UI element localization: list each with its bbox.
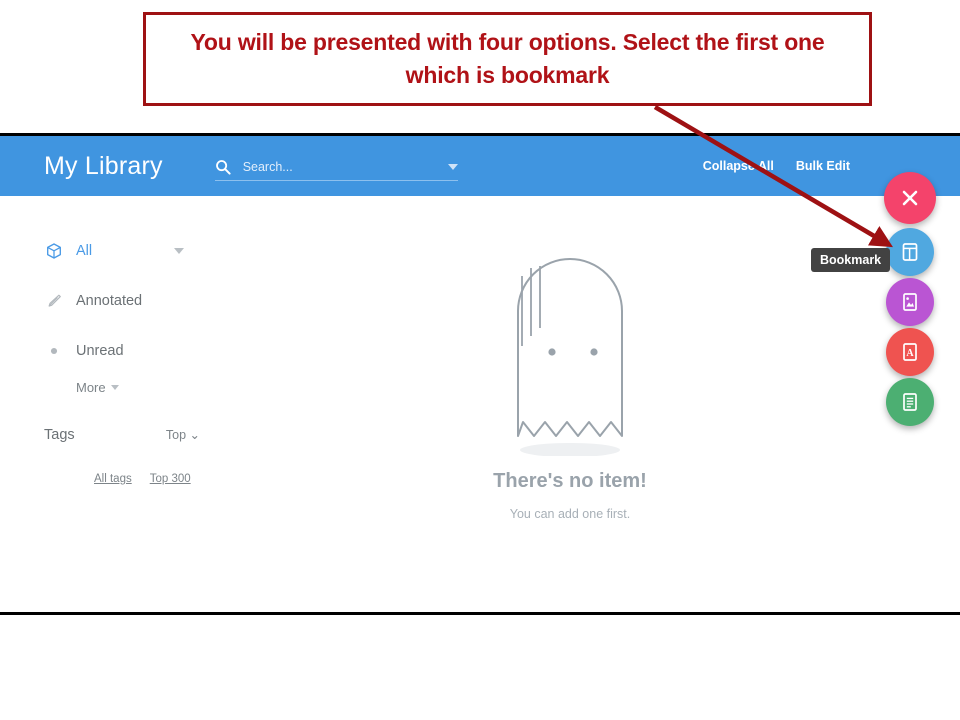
note-file-icon	[903, 393, 917, 411]
all-tags-link[interactable]: All tags	[94, 473, 132, 485]
tags-title: Tags	[44, 427, 75, 443]
empty-state-subtitle: You can add one first.	[509, 507, 631, 521]
annotation-callout-box: You will be presented with four options.…	[143, 12, 872, 106]
search-icon	[215, 160, 231, 175]
close-fab-button[interactable]	[884, 172, 936, 224]
pencil-icon	[44, 291, 64, 311]
sidebar-item-all-label: All	[76, 243, 93, 259]
annotation-callout-text: You will be presented with four options.…	[190, 28, 825, 88]
pdf-fab-button[interactable]: A	[886, 328, 934, 376]
chevron-down-icon[interactable]	[447, 164, 458, 170]
note-fab-button[interactable]	[886, 378, 934, 426]
pdf-file-icon: A	[903, 343, 917, 361]
collapse-all-link[interactable]: Collapse All	[703, 159, 774, 173]
fab-menu: A	[884, 172, 938, 428]
chevron-down-icon	[110, 385, 119, 390]
bookmark-fab-button[interactable]	[886, 228, 934, 276]
sidebar-item-annotated-label: Annotated	[76, 293, 143, 309]
close-icon	[902, 190, 918, 206]
app-window: My Library Collapse All Bulk Edit	[0, 133, 960, 615]
empty-state-title: There's no item!	[493, 470, 647, 492]
bulk-edit-link[interactable]: Bulk Edit	[796, 159, 850, 173]
search-input[interactable]	[242, 160, 442, 174]
bookmark-tooltip: Bookmark	[811, 248, 891, 272]
search-box[interactable]	[214, 159, 458, 181]
cube-icon	[44, 241, 64, 261]
app-header: My Library Collapse All Bulk Edit	[0, 136, 960, 196]
ghost-icon	[517, 258, 623, 456]
image-fab-button[interactable]	[886, 278, 934, 326]
sidebar-more-label: More	[76, 380, 106, 395]
bookmark-icon	[902, 243, 918, 261]
dot-icon	[44, 341, 64, 361]
sidebar-item-unread-label: Unread	[76, 343, 124, 359]
header-actions: Collapse All Bulk Edit	[703, 159, 960, 173]
image-file-icon	[903, 293, 917, 311]
svg-text:A: A	[906, 348, 914, 359]
page-title: My Library	[44, 151, 163, 180]
